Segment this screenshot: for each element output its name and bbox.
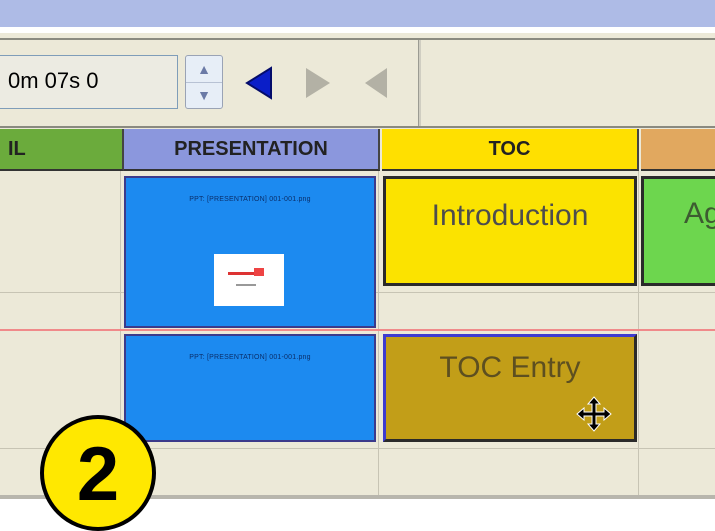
column-header-label: IL [8, 137, 26, 160]
column-header-agenda[interactable] [641, 129, 715, 171]
slide-filename: PPT: [PRESENTATION] 001-001.png [189, 196, 311, 203]
chevron-down-icon[interactable]: ▼ [186, 82, 222, 108]
slide-thumbnail-image [228, 268, 264, 286]
step-number-badge: 2 [40, 415, 156, 531]
move-cursor-icon [576, 396, 612, 432]
step-back-icon[interactable] [360, 66, 390, 100]
column-header-label: PRESENTATION [174, 137, 328, 160]
play-reverse-icon[interactable] [243, 66, 273, 100]
column-divider [638, 171, 639, 495]
presentation-slide-block[interactable]: PPT: [PRESENTATION] 001-001.png [124, 334, 376, 442]
window-title-bar [0, 0, 715, 27]
grid-top-border [0, 126, 715, 128]
presentation-slide-block[interactable]: PPT: [PRESENTATION] 001-001.png [124, 176, 376, 328]
toc-item-introduction[interactable]: Introduction [383, 176, 637, 286]
playhead-line [0, 329, 715, 331]
play-forward-icon[interactable] [303, 66, 333, 100]
slide-thumbnail [214, 254, 284, 306]
column-divider [378, 171, 379, 495]
time-position-input[interactable]: 0m 07s 0 [0, 55, 178, 109]
toc-item-agenda[interactable]: Ag [641, 176, 715, 286]
column-header-toc[interactable]: TOC [382, 129, 639, 171]
toolbar-separator [418, 40, 421, 126]
column-header-detail[interactable]: IL [0, 129, 124, 171]
time-spinner[interactable]: ▲ ▼ [185, 55, 223, 109]
column-header-label: TOC [488, 137, 531, 160]
column-header-presentation[interactable]: PRESENTATION [124, 129, 380, 171]
chevron-up-icon[interactable]: ▲ [186, 56, 222, 83]
slide-filename: PPT: [PRESENTATION] 001-001.png [189, 354, 311, 361]
toolbar-top-border [0, 38, 715, 40]
